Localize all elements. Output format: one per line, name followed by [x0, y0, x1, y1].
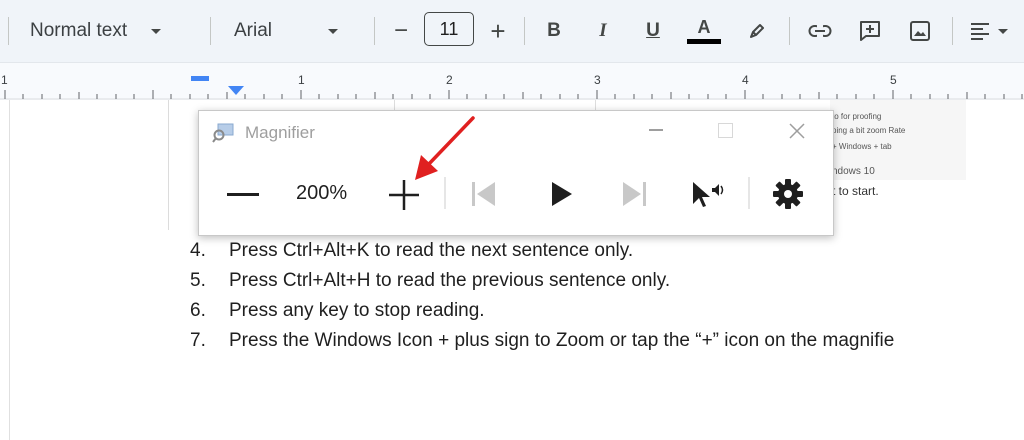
list-number: 5.: [190, 270, 206, 291]
add-comment-icon: [860, 21, 880, 41]
highlight-color-button[interactable]: [740, 14, 774, 48]
annotation-arrow-icon: [415, 116, 475, 180]
preview-text: to for proofing: [832, 112, 882, 121]
horizontal-ruler[interactable]: 1 1 2 3 4 5: [0, 63, 1024, 100]
preview-divider: [595, 100, 596, 110]
underline-icon: U: [646, 20, 660, 41]
paragraph-style-label: Normal text: [30, 20, 128, 41]
plus-icon: +: [490, 15, 506, 46]
list-number: 7.: [190, 330, 206, 351]
text-color-swatch: [687, 39, 721, 44]
font-family-label: Arial: [234, 20, 273, 41]
chevron-down-icon: [151, 28, 162, 34]
increase-font-size-button[interactable]: +: [481, 14, 515, 48]
first-line-indent-marker[interactable]: [191, 76, 209, 81]
bold-button[interactable]: B: [537, 14, 571, 48]
preview-text: + Windows + tab: [832, 142, 892, 151]
list-text: Press any key to stop reading.: [229, 300, 485, 321]
ruler-number: 1: [298, 73, 305, 87]
preview-text: ping a bit zoom Rate: [832, 126, 906, 135]
insert-image-button[interactable]: [903, 14, 937, 48]
toolbar-divider: [952, 17, 953, 45]
align-left-icon: [971, 23, 989, 40]
ruler-ticks: [0, 90, 1024, 100]
paragraph-style-dropdown[interactable]: Normal text: [30, 0, 162, 62]
toolbar-divider: [8, 17, 9, 45]
insert-link-button[interactable]: [803, 14, 837, 48]
decrease-font-size-button[interactable]: −: [384, 14, 418, 48]
play-icon[interactable]: [551, 181, 573, 207]
magnifier-title: Magnifier: [245, 123, 315, 142]
list-number: 6.: [190, 300, 206, 321]
toolbar-divider: [374, 17, 375, 45]
ruler-number: 3: [594, 73, 601, 87]
ruler-number: 2: [446, 73, 453, 87]
zoom-level: 200%: [296, 182, 348, 204]
font-size-value: 11: [439, 18, 459, 39]
list-text: Press the Windows Icon + plus sign to Zo…: [229, 330, 895, 351]
gear-icon[interactable]: [772, 178, 804, 210]
maximize-icon[interactable]: [718, 123, 733, 138]
ruler-number: 5: [890, 73, 897, 87]
read-from-here-icon[interactable]: [691, 180, 725, 210]
preview-divider: [394, 100, 395, 110]
italic-button[interactable]: I: [586, 14, 620, 48]
toolbar-divider: [210, 17, 211, 45]
list-text: Press Ctrl+Alt+H to read the previous se…: [229, 270, 671, 291]
ruler-number: 4: [742, 73, 749, 87]
toolbar-divider: [524, 17, 525, 45]
page-margin-line: [9, 100, 10, 440]
font-size-input[interactable]: 11: [424, 12, 474, 46]
text-color-button[interactable]: A: [687, 14, 721, 48]
preview-text: ndows 10: [832, 166, 875, 177]
toolbar-divider: [748, 177, 750, 209]
zoom-out-button[interactable]: [227, 193, 259, 196]
ruler-number: 1: [1, 73, 8, 87]
chevron-down-icon: [328, 28, 339, 34]
preview-text: t to start.: [832, 184, 879, 198]
bold-icon: B: [547, 20, 561, 41]
close-icon[interactable]: [789, 123, 805, 139]
insert-comment-button[interactable]: [853, 14, 887, 48]
minimize-icon[interactable]: [649, 129, 663, 131]
next-sentence-icon[interactable]: [621, 181, 647, 207]
link-icon: [808, 24, 832, 38]
underline-button[interactable]: U: [636, 14, 670, 48]
formatting-toolbar: Normal text Arial − 11 + B I U A: [0, 0, 1024, 63]
font-family-dropdown[interactable]: Arial: [234, 0, 339, 62]
image-icon: [910, 21, 930, 41]
list-text: Press Ctrl+Alt+K to read the next senten…: [229, 240, 634, 261]
align-dropdown-button[interactable]: [962, 14, 1016, 48]
magnifier-app-icon: [212, 123, 234, 143]
highlighter-pen-icon: [750, 24, 764, 38]
chevron-down-icon: [998, 28, 1008, 34]
left-indent-marker[interactable]: [227, 85, 245, 97]
italic-icon: I: [599, 20, 607, 41]
list-number: 4.: [190, 240, 206, 261]
magnifier-window[interactable]: Magnifier 200%: [198, 110, 834, 236]
toolbar-divider: [789, 17, 790, 45]
text-color-icon: A: [697, 17, 711, 37]
minus-icon: −: [393, 17, 408, 44]
